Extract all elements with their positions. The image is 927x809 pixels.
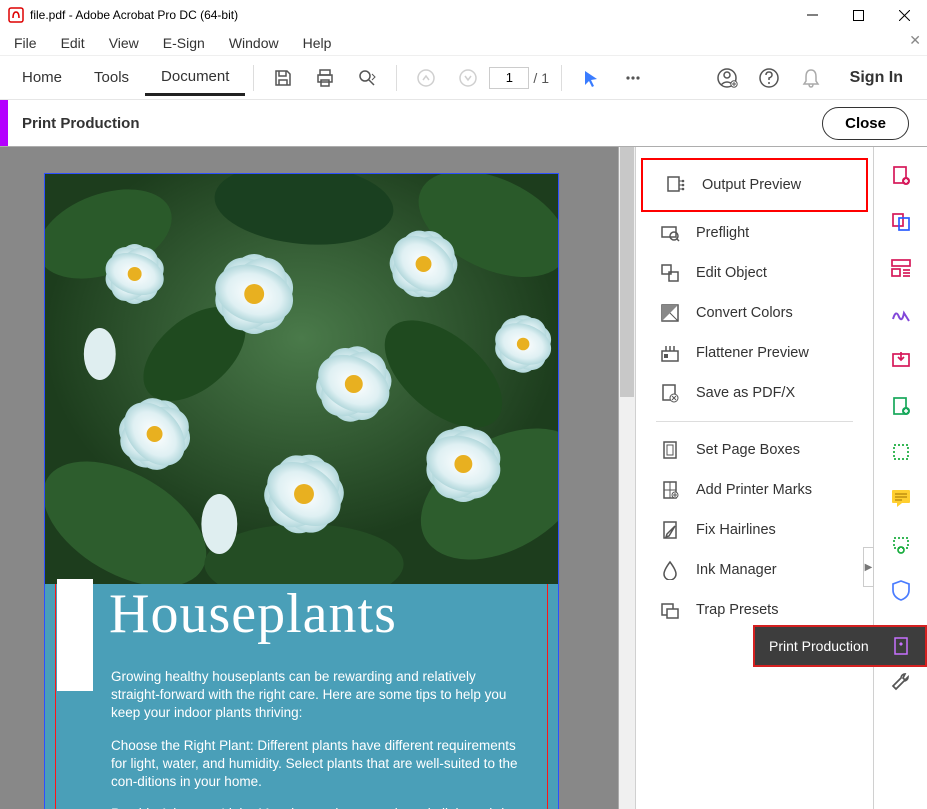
- tool-label: Preflight: [696, 225, 749, 241]
- menu-view[interactable]: View: [97, 32, 151, 54]
- tool-label: Set Page Boxes: [696, 442, 800, 458]
- document-paragraph: Choose the Right Plant: Different plants…: [111, 737, 528, 792]
- panel-divider: [656, 421, 853, 422]
- document-body: Growing healthy houseplants can be rewar…: [111, 668, 528, 809]
- minimize-button[interactable]: [789, 0, 835, 30]
- tab-home[interactable]: Home: [6, 61, 78, 94]
- right-tool-rail: [873, 147, 927, 809]
- save-icon[interactable]: [272, 67, 294, 89]
- tooltip-label: Print Production: [769, 638, 869, 654]
- menu-window[interactable]: Window: [217, 32, 291, 54]
- print-production-panel: ▶ Output Preview Preflight Edit Object C…: [636, 147, 873, 809]
- page-number-input[interactable]: [489, 67, 529, 89]
- selection-tool-icon[interactable]: [580, 67, 602, 89]
- more-icon[interactable]: [622, 67, 644, 89]
- ink-manager-icon: [660, 560, 680, 580]
- tool-label: Save as PDF/X: [696, 385, 795, 401]
- page-boxes-icon: [660, 440, 680, 460]
- tool-label: Fix Hairlines: [696, 522, 776, 538]
- flattener-icon: [660, 343, 680, 363]
- tool-label: Output Preview: [702, 177, 801, 193]
- help-icon[interactable]: [758, 67, 780, 89]
- scrollbar-thumb[interactable]: [620, 147, 634, 397]
- create-pdf-icon[interactable]: [890, 165, 912, 187]
- print-prod-icon[interactable]: [890, 533, 912, 555]
- preflight-icon: [660, 223, 680, 243]
- tool-label: Edit Object: [696, 265, 767, 281]
- document-paragraph: Growing healthy houseplants can be rewar…: [111, 668, 528, 723]
- save-pdfx-icon: [660, 383, 680, 403]
- document-paragraph: Provide Adequate Light: Most houseplants…: [111, 805, 528, 809]
- print-production-tooltip: Print Production: [755, 627, 925, 665]
- tool-save-pdfx[interactable]: Save as PDF/X: [636, 373, 873, 413]
- menu-esign[interactable]: E-Sign: [151, 32, 217, 54]
- page-total-label: / 1: [529, 70, 553, 86]
- output-preview-icon: [666, 175, 686, 195]
- close-panel-button[interactable]: Close: [822, 107, 909, 140]
- more-tools-icon[interactable]: [890, 671, 912, 693]
- window-title: file.pdf - Adobe Acrobat Pro DC (64-bit): [30, 8, 789, 22]
- tool-edit-object[interactable]: Edit Object: [636, 253, 873, 293]
- tab-document[interactable]: Document: [145, 60, 245, 96]
- trap-presets-icon: [660, 600, 680, 620]
- tool-label: Convert Colors: [696, 305, 793, 321]
- bell-icon[interactable]: [800, 67, 822, 89]
- tool-ink-manager[interactable]: Ink Manager: [636, 550, 873, 590]
- page-artwork: [45, 174, 558, 584]
- comment-icon[interactable]: [890, 487, 912, 509]
- next-page-icon[interactable]: [457, 67, 479, 89]
- combine-icon[interactable]: [890, 211, 912, 233]
- print-icon[interactable]: [314, 67, 336, 89]
- sign-icon[interactable]: [890, 303, 912, 325]
- organize-icon[interactable]: [890, 257, 912, 279]
- tool-add-printer-marks[interactable]: Add Printer Marks: [636, 470, 873, 510]
- protect-icon[interactable]: [890, 579, 912, 601]
- close-button[interactable]: [881, 0, 927, 30]
- tool-label: Add Printer Marks: [696, 482, 812, 498]
- document-heading: Houseplants: [109, 582, 397, 646]
- account-icon[interactable]: [716, 67, 738, 89]
- sign-in-button[interactable]: Sign In: [850, 69, 903, 87]
- tool-fix-hairlines[interactable]: Fix Hairlines: [636, 510, 873, 550]
- panel-title: Print Production: [8, 115, 140, 132]
- tab-tools[interactable]: Tools: [78, 61, 145, 94]
- panel-color-indicator: [0, 100, 8, 146]
- menu-edit[interactable]: Edit: [49, 32, 97, 54]
- tool-label: Ink Manager: [696, 562, 777, 578]
- tool-label: Trap Presets: [696, 602, 778, 618]
- prev-page-icon[interactable]: [415, 67, 437, 89]
- crop-icon[interactable]: [890, 441, 912, 463]
- printer-marks-icon: [660, 480, 680, 500]
- tool-flattener-preview[interactable]: Flattener Preview: [636, 333, 873, 373]
- tool-set-page-boxes[interactable]: Set Page Boxes: [636, 430, 873, 470]
- enhance-icon[interactable]: [890, 395, 912, 417]
- page-margin-strip: [57, 579, 93, 691]
- edit-object-icon: [660, 263, 680, 283]
- pdf-page: Houseplants Growing healthy houseplants …: [44, 173, 559, 809]
- menu-file[interactable]: File: [2, 32, 49, 54]
- maximize-button[interactable]: [835, 0, 881, 30]
- expand-right-handle[interactable]: ▶: [863, 547, 874, 587]
- convert-colors-icon: [660, 303, 680, 323]
- tool-output-preview[interactable]: Output Preview: [642, 159, 867, 211]
- tool-label: Flattener Preview: [696, 345, 809, 361]
- document-viewport[interactable]: Houseplants Growing healthy houseplants …: [0, 147, 619, 809]
- export-icon[interactable]: [890, 349, 912, 371]
- tool-preflight[interactable]: Preflight: [636, 213, 873, 253]
- tool-trap-presets[interactable]: Trap Presets: [636, 590, 873, 630]
- zoom-icon[interactable]: [356, 67, 378, 89]
- close-doc-icon[interactable]: ✕: [909, 32, 921, 49]
- vertical-scrollbar[interactable]: [619, 147, 636, 809]
- acrobat-icon: [8, 7, 24, 23]
- tool-convert-colors[interactable]: Convert Colors: [636, 293, 873, 333]
- print-production-badge-icon: [893, 637, 911, 655]
- menu-help[interactable]: Help: [291, 32, 344, 54]
- hairlines-icon: [660, 520, 680, 540]
